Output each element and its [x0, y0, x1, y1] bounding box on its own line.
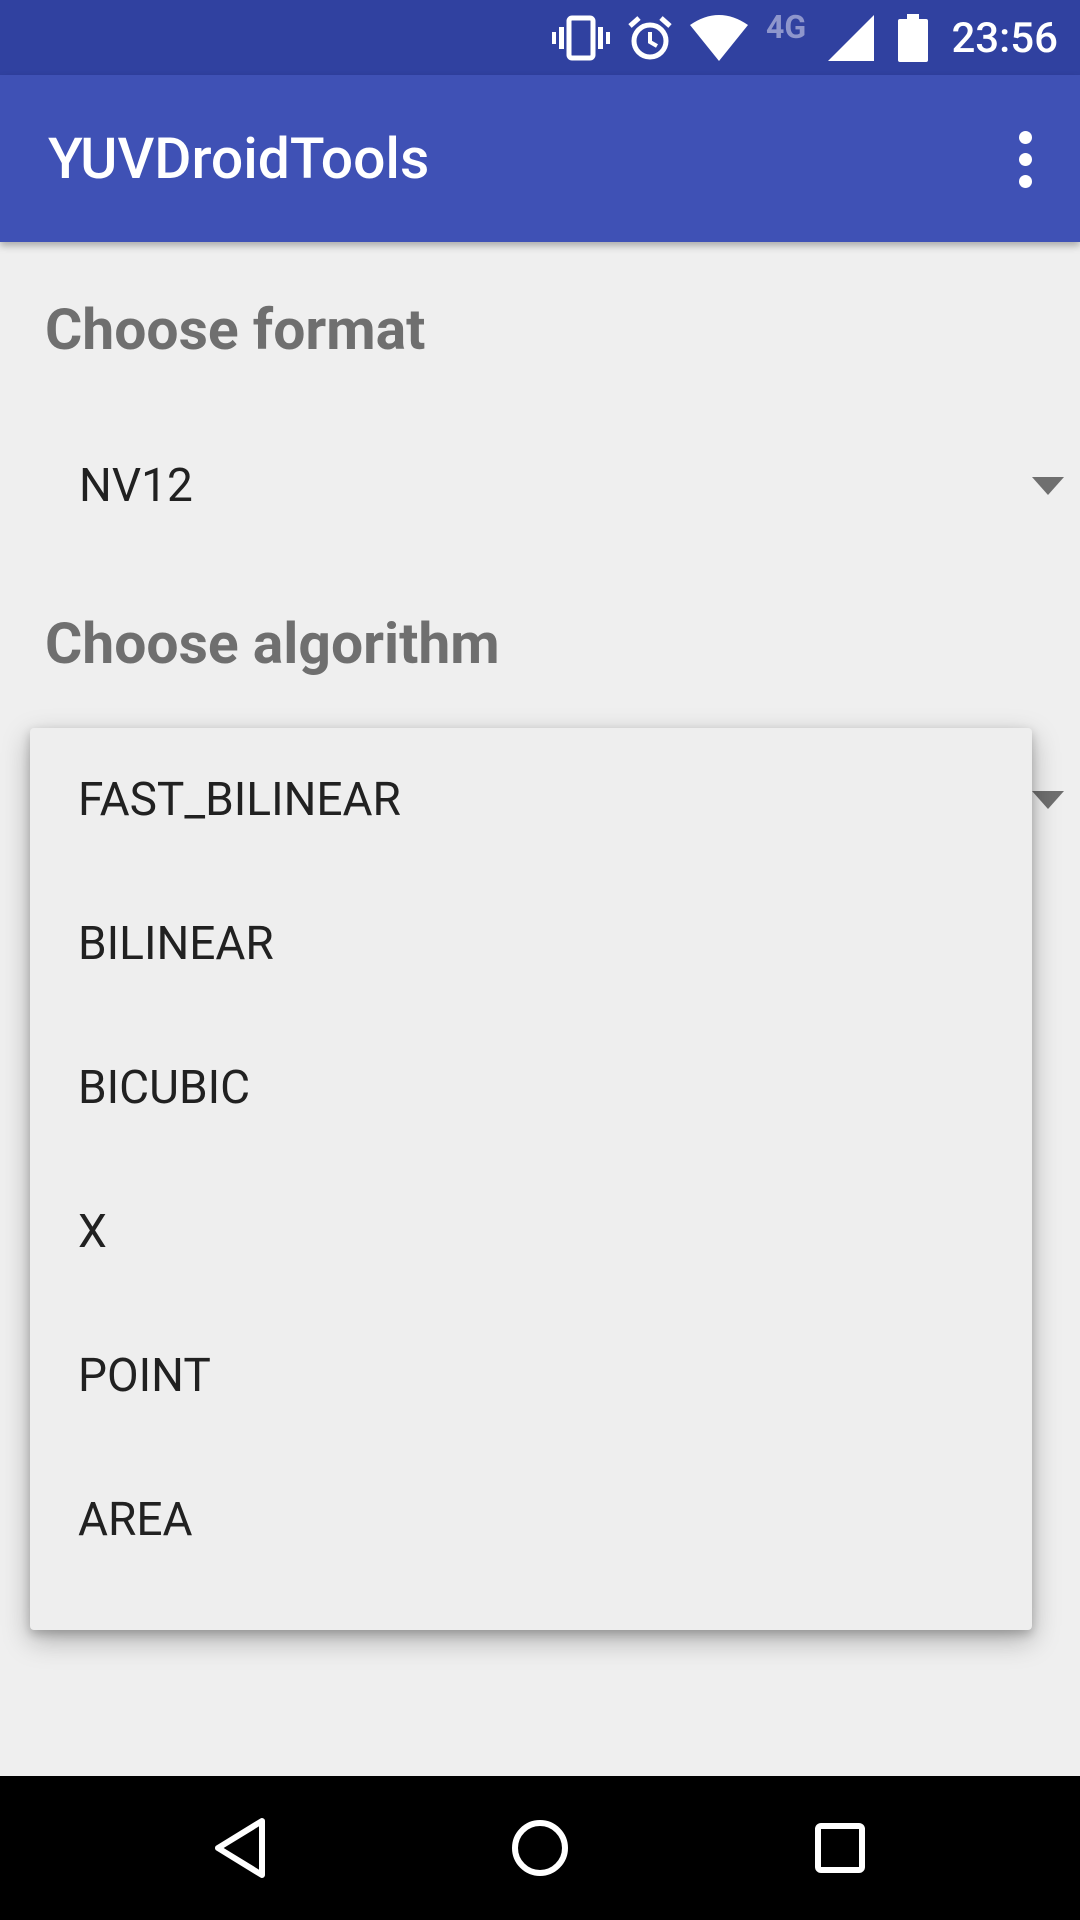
dropdown-item-fast-bilinear[interactable]: FAST_BILINEAR [30, 728, 1032, 872]
recents-icon[interactable] [780, 1776, 900, 1920]
dropdown-item-area[interactable]: AREA [30, 1448, 1032, 1592]
navigation-bar [0, 1776, 1080, 1920]
dropdown-arrow-icon [1032, 791, 1064, 809]
format-spinner-value: NV12 [79, 459, 193, 513]
wifi-icon [690, 0, 748, 75]
dropdown-item-bicubic[interactable]: BICUBIC [30, 1016, 1032, 1160]
app-bar: YUVDroidTools [0, 75, 1080, 242]
format-spinner[interactable]: NV12 [45, 426, 1080, 546]
dropdown-arrow-icon [1032, 477, 1064, 495]
status-bar: 4G 23:56 [0, 0, 1080, 75]
status-time: 23:56 [951, 14, 1058, 63]
choose-algorithm-label: Choose algorithm [45, 610, 500, 677]
app-title: YUVDroidTools [48, 125, 430, 192]
back-icon[interactable] [180, 1776, 300, 1920]
more-vert-icon[interactable] [990, 121, 1060, 197]
dropdown-item-point[interactable]: POINT [30, 1304, 1032, 1448]
vibrate-icon [552, 0, 610, 75]
battery-icon [898, 0, 928, 75]
alarm-icon [626, 0, 674, 75]
dropdown-item-x[interactable]: X [30, 1160, 1032, 1304]
network-type-label: 4G [766, 8, 807, 46]
home-icon[interactable] [480, 1776, 600, 1920]
cell-signal-icon [828, 0, 874, 75]
algorithm-dropdown-list: FAST_BILINEAR BILINEAR BICUBIC X POINT A… [30, 728, 1032, 1630]
choose-format-label: Choose format [45, 296, 426, 363]
dropdown-item-bilinear[interactable]: BILINEAR [30, 872, 1032, 1016]
